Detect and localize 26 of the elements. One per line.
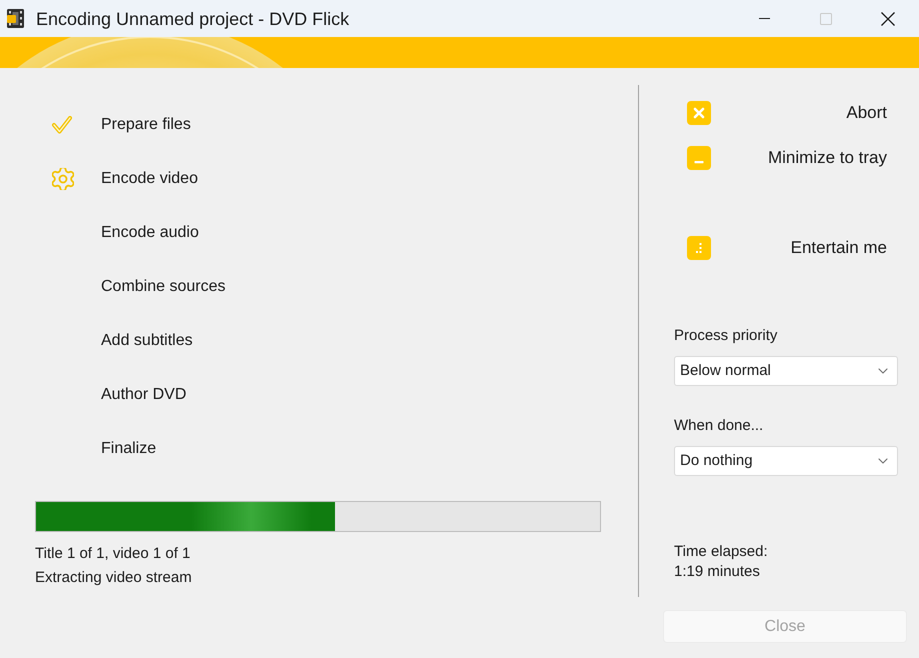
field-label: Process priority	[674, 326, 778, 346]
field-label: When done...	[674, 416, 764, 436]
close-icon	[687, 101, 711, 125]
dropdown[interactable]: Below normal	[674, 356, 898, 386]
step-label: Author DVD	[101, 385, 186, 405]
dropdown[interactable]: Do nothing	[674, 446, 898, 476]
action-button[interactable]: Entertain me	[681, 231, 893, 265]
step-label: Encode video	[101, 169, 198, 189]
maximize-icon	[820, 12, 832, 24]
step-label: Prepare files	[101, 115, 191, 135]
step-label: Encode audio	[101, 223, 199, 243]
status-text: Title 1 of 1, video 1 of 1	[35, 544, 190, 564]
step-label: Combine sources	[101, 277, 226, 297]
step-label: Add subtitles	[101, 331, 193, 351]
time-value: 1:19 minutes	[674, 562, 760, 582]
dots-icon	[687, 236, 711, 260]
step-label: Finalize	[101, 439, 156, 459]
status-text: Extracting video stream	[35, 568, 192, 588]
time-label: Time elapsed:	[674, 542, 768, 562]
window-title: Encoding Unnamed project - DVD Flick	[36, 8, 350, 30]
close-icon	[881, 12, 895, 26]
action-button[interactable]: Minimize to tray	[681, 141, 893, 175]
minimize-icon	[758, 18, 770, 19]
film-strip-icon	[7, 9, 24, 28]
minimize-icon	[687, 146, 711, 170]
action-button[interactable]: Abort	[681, 96, 893, 130]
